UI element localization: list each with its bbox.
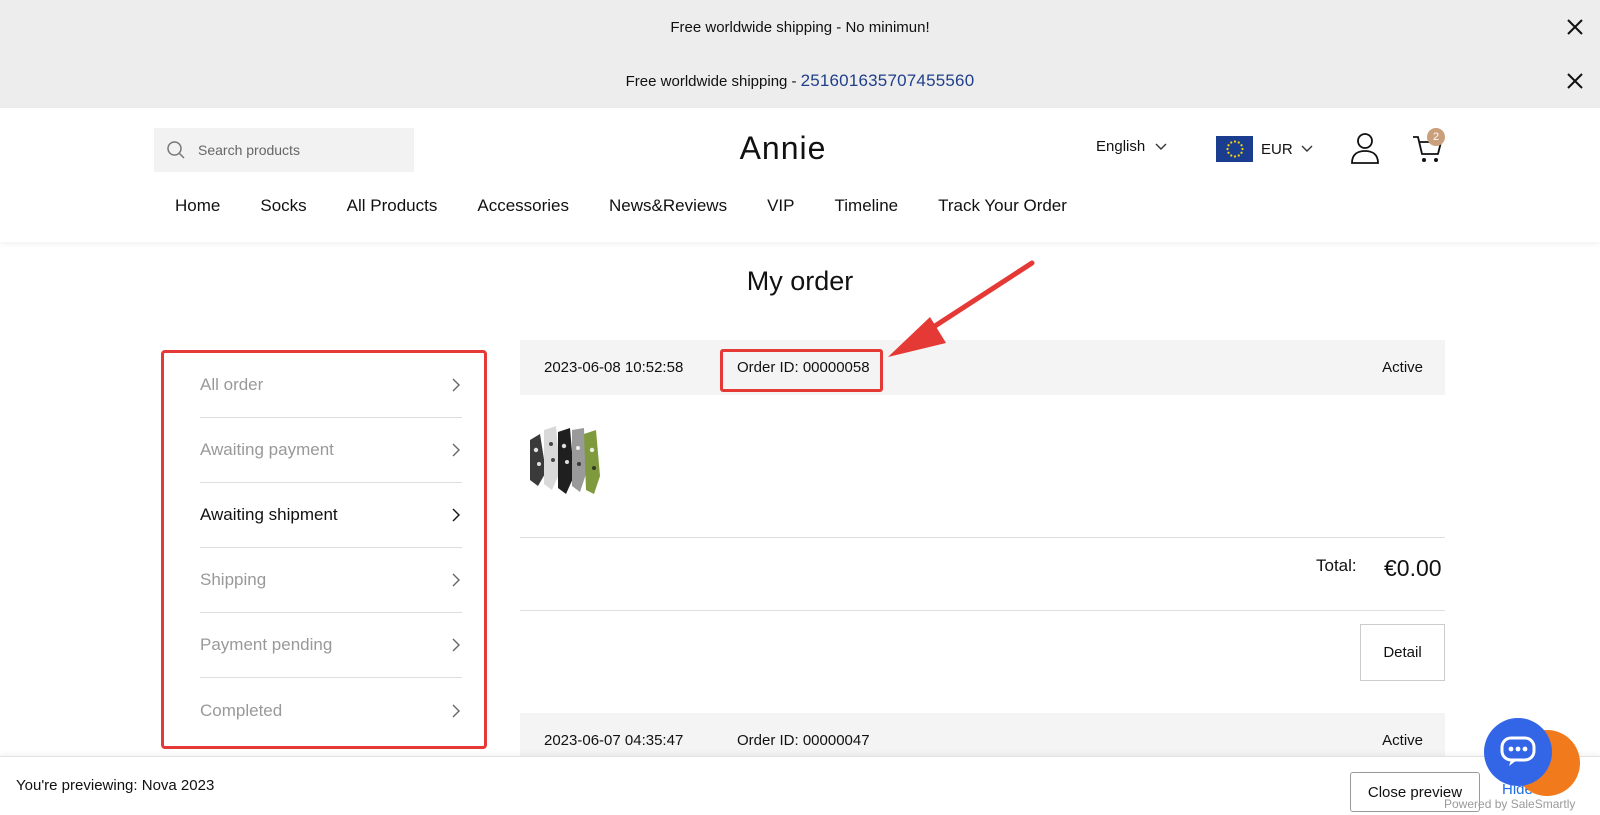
sidebar-item-label: All order [200,375,264,394]
announcement-bar: Free worldwide shipping - No minimun! [0,0,1600,54]
order-status: Active [1382,359,1423,376]
nav-item-accessories[interactable]: Accessories [477,196,569,216]
announcement-bar: Free worldwide shipping - 25160163570745… [0,54,1600,108]
cart-count-badge: 2 [1427,128,1445,146]
divider [520,537,1445,538]
account-icon[interactable] [1350,132,1380,164]
currency-selector[interactable]: EUR [1216,136,1313,162]
sidebar-item-label: Awaiting payment [200,440,334,459]
sidebar-item-payment-pending[interactable]: Payment pending [200,613,462,678]
chevron-down-icon [1155,143,1167,150]
close-icon[interactable] [1564,16,1586,38]
sidebar-item-label: Shipping [200,570,267,589]
sidebar-item-completed[interactable]: Completed [200,678,462,743]
preview-text: You're previewing: Nova 2023 [16,777,214,794]
total-label: Total: [1316,556,1357,575]
chevron-right-icon [452,704,460,717]
divider [520,610,1445,611]
nav-item-home[interactable]: Home [175,196,220,216]
nav-item-news-reviews[interactable]: News&Reviews [609,196,727,216]
language-selector[interactable]: English [1096,138,1167,155]
detail-button[interactable]: Detail [1360,624,1445,681]
currency-label: EUR [1261,140,1293,158]
sidebar-item-label: Completed [200,700,283,720]
nav-item-all-products[interactable]: All Products [347,196,438,216]
order-id: Order ID: 00000047 [737,732,870,749]
nav-item-track-order[interactable]: Track Your Order [938,196,1067,216]
order-date: 2023-06-08 10:52:58 [544,359,684,376]
chevron-right-icon [452,573,460,587]
sidebar-item-label: Awaiting shipment [200,505,338,524]
chevron-right-icon [452,638,460,652]
order-status-sidebar: All order Awaiting payment Awaiting ship… [161,350,487,749]
language-label: English [1096,138,1146,155]
total-value: €0.00 [1384,555,1442,581]
order-id-highlight-box [720,349,883,392]
sidebar-item-label: Payment pending [200,635,333,654]
sidebar-item-shipping[interactable]: Shipping [200,548,462,613]
chat-icon [1500,736,1536,766]
site-header: Annie English EUR [0,108,1600,242]
announcement-text: Free worldwide shipping - [625,72,797,90]
theme-preview-bar: You're previewing: Nova 2023 Close previ… [0,756,1600,815]
sidebar-item-all-order[interactable]: All order [200,353,462,418]
main-nav: Home Socks All Products Accessories News… [175,196,1107,216]
order-date: 2023-06-07 04:35:47 [544,732,684,749]
chevron-right-icon [452,508,460,522]
chevron-right-icon [452,443,460,457]
announcement-text: Free worldwide shipping - No minimun! [670,18,930,36]
product-thumbnail[interactable] [524,420,610,506]
tracking-number: 251601635707455560 [800,71,975,90]
chevron-down-icon [1301,145,1313,152]
nav-item-vip[interactable]: VIP [767,196,794,216]
order-status: Active [1382,732,1423,749]
preview-theme-name: Nova 2023 [141,777,215,794]
nav-item-timeline[interactable]: Timeline [835,196,899,216]
page-title: My order [746,266,854,296]
preview-prefix: You're previewing: [16,777,142,794]
chat-launcher-button[interactable] [1484,718,1552,786]
sidebar-item-awaiting-payment[interactable]: Awaiting payment [200,418,462,483]
close-icon[interactable] [1564,70,1586,92]
site-logo[interactable]: Annie [0,130,1566,167]
nav-item-socks[interactable]: Socks [260,196,306,216]
powered-by-text: Powered by SaleSmartly [1444,797,1576,811]
chevron-right-icon [452,378,460,392]
annotation-arrow-icon [888,260,1035,357]
eu-flag-icon [1216,136,1253,162]
sidebar-item-awaiting-shipment[interactable]: Awaiting shipment [200,483,462,548]
